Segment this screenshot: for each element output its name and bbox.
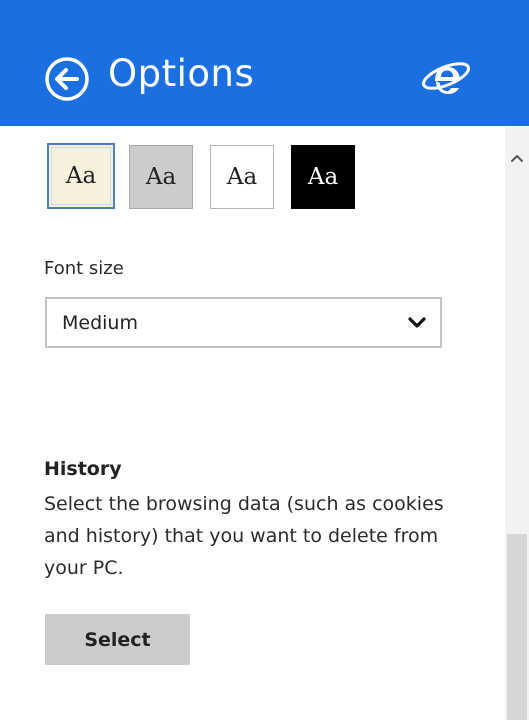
reading-style-gray-swatch[interactable]: Aa [129, 145, 193, 209]
reading-style-sepia-swatch[interactable]: Aa [47, 143, 115, 209]
font-size-value: Medium [62, 312, 138, 334]
scroll-up-arrow-icon[interactable] [505, 146, 529, 170]
options-panel: Aa Aa Aa Aa Font size Medium History Sel… [0, 126, 505, 720]
font-size-dropdown[interactable]: Medium [45, 297, 442, 348]
circle-back-arrow-icon [45, 57, 89, 101]
font-size-label: Font size [44, 258, 124, 279]
chevron-down-icon [408, 317, 426, 328]
scrollbar-thumb[interactable] [507, 534, 527, 720]
internet-explorer-logo-icon [420, 52, 472, 104]
reading-style-light-swatch[interactable]: Aa [210, 145, 274, 209]
history-description: Select the browsing data (such as cookie… [44, 493, 444, 579]
vertical-scrollbar[interactable] [505, 126, 529, 720]
reading-style-dark-swatch[interactable]: Aa [291, 145, 355, 209]
back-button[interactable] [44, 56, 90, 102]
select-history-button[interactable]: Select [45, 614, 190, 665]
options-header: Options [0, 0, 529, 126]
history-section-title: History [44, 458, 122, 480]
page-title: Options [108, 52, 255, 95]
